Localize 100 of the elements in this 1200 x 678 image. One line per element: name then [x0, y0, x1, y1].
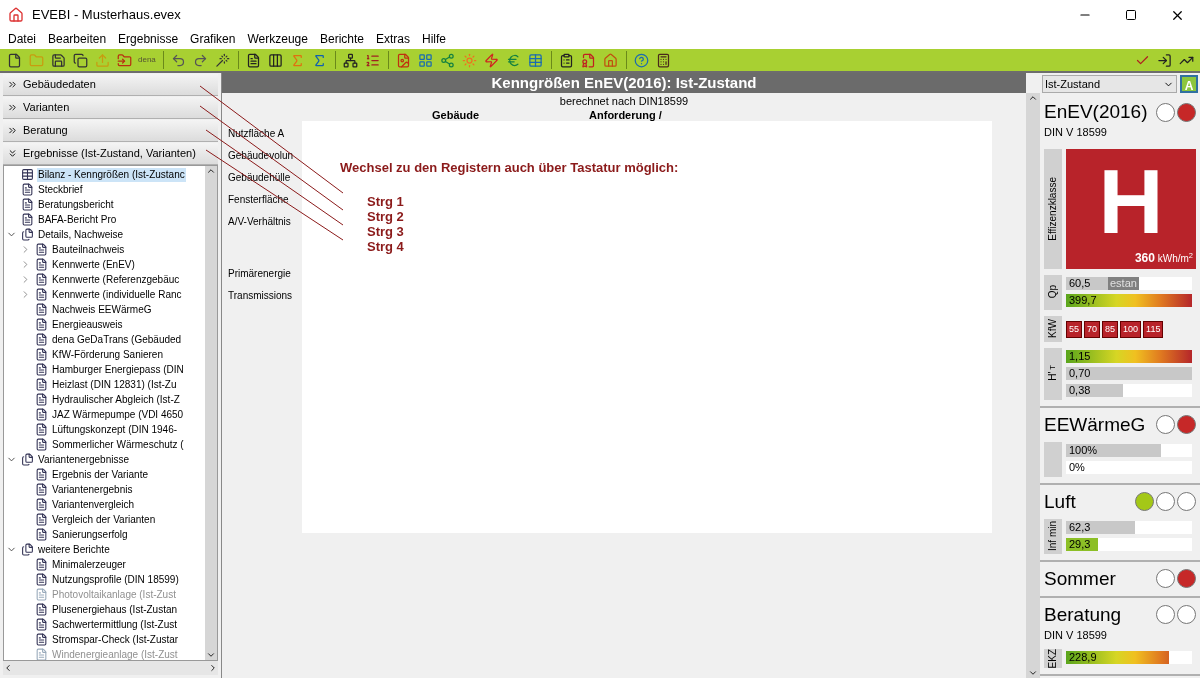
section-title: EnEV(2016): [1044, 101, 1148, 123]
column-header: Gebäude: [432, 109, 480, 122]
state-dropdown[interactable]: Ist-Zustand: [1042, 75, 1177, 93]
double-chevron-icon: [7, 148, 18, 159]
tree-item[interactable]: Energieausweis: [51, 317, 124, 332]
menu-item[interactable]: Grafiken: [184, 30, 242, 48]
scroll-down-icon[interactable]: [1028, 668, 1038, 678]
vertical-label: Inf min: [1046, 521, 1059, 551]
scroll-left-icon[interactable]: [3, 663, 13, 673]
tree-item[interactable]: JAZ Wärmepumpe (VDI 4650: [51, 407, 185, 422]
tree-item[interactable]: Heizlast (DIN 12831) (Ist-Zu: [51, 377, 178, 392]
tree-item[interactable]: Hydraulischer Abgleich (Ist-Z: [51, 392, 181, 407]
scroll-up-icon[interactable]: [206, 166, 216, 176]
accordion-header[interactable]: Varianten: [3, 97, 218, 119]
hint-text: Wechsel zu den Registern auch über Tastatur möglich:: [340, 159, 680, 177]
subtitle-text: berechnet nach DIN18599: [558, 94, 690, 109]
tree-item[interactable]: Vergleich der Varianten: [51, 512, 157, 527]
double-chevron-icon: [7, 79, 18, 90]
app-logo-icon: [8, 7, 24, 23]
menu-item[interactable]: Bearbeiten: [42, 30, 113, 48]
tree-item[interactable]: Stromspar-Check (Ist-Zustar: [51, 632, 180, 647]
tree-item[interactable]: dena GeDaTrans (Gebäuded: [51, 332, 183, 347]
kfw-level-box: 100: [1120, 320, 1142, 338]
section-subtitle: DIN V 18599: [1044, 627, 1108, 643]
window-title: EVEBI - Musterhaus.evex: [32, 6, 181, 25]
tree-item[interactable]: Ergebnis der Variante: [51, 467, 149, 482]
menu-item[interactable]: Datei: [2, 30, 42, 48]
tree-item[interactable]: Plusenergiehaus (Ist-Zustan: [51, 602, 179, 617]
section-title: Beratung: [1044, 603, 1122, 626]
tree-item[interactable]: Beratungsbericht: [37, 197, 115, 212]
tree-item[interactable]: Steckbrief: [37, 182, 84, 197]
accordion-header[interactable]: Ergebnisse (Ist-Zustand, Varianten): [3, 143, 218, 165]
value-text: 228,9: [1069, 651, 1097, 664]
kfw-level-box: 115: [1143, 320, 1164, 338]
value-text: 60,5: [1069, 276, 1091, 290]
vertical-label: KfW: [1046, 319, 1059, 338]
dena-button[interactable]: dena: [135, 50, 159, 70]
menu-item[interactable]: Extras: [370, 30, 416, 48]
shortcut-text: Strg 4: [367, 238, 404, 254]
shortcut-text: Strg 1: [367, 193, 404, 209]
section-title: Luft: [1044, 490, 1076, 513]
value-text: 62,3: [1069, 520, 1091, 534]
tree-item[interactable]: Minimalerzeuger: [51, 557, 127, 572]
value-text: 100%: [1069, 443, 1098, 457]
tree-item[interactable]: Hamburger Energiepass (DIN: [51, 362, 185, 377]
section-title: Sommer: [1044, 567, 1116, 590]
row-label: A/V-Verhältnis: [228, 214, 291, 229]
accordion-header[interactable]: Gebäudedaten: [3, 74, 218, 96]
kfw-level-box: 55: [1066, 320, 1082, 338]
vertical-label: Effizenzklasse: [1046, 176, 1059, 241]
kfw-level-box: 70: [1084, 320, 1101, 338]
vertical-label: Qp: [1046, 285, 1059, 299]
title-bar: Kenngrößen EnEV(2016): Ist-Zustand: [222, 73, 1026, 93]
tree-item[interactable]: Nutzungsprofile (DIN 18599): [51, 572, 180, 587]
tree-item[interactable]: BAFA-Bericht Pro: [37, 212, 118, 227]
section-title: EEWärmeG: [1044, 413, 1146, 436]
row-label: Primärenergie: [228, 266, 291, 281]
energy-value: 360 kWh/m$^{2}$: [1134, 249, 1193, 267]
tree-item[interactable]: Bauteilnachweis: [51, 242, 126, 257]
scroll-up-icon[interactable]: [1028, 93, 1038, 103]
tree-item[interactable]: weitere Berichte: [37, 542, 111, 557]
menu-item[interactable]: Hilfe: [416, 30, 452, 48]
tree-item[interactable]: Details, Nachweise: [37, 227, 125, 242]
accordion-header[interactable]: Beratung: [3, 120, 218, 142]
scroll-down-icon[interactable]: [206, 650, 216, 660]
maximize-icon: [1125, 9, 1137, 21]
tree-item[interactable]: Kennwerte (EnEV): [51, 257, 136, 272]
scrollbar[interactable]: [205, 166, 217, 660]
menu-item[interactable]: Werkzeuge: [241, 30, 314, 48]
value-text: 1,15: [1069, 349, 1091, 363]
column-header: Anforderung /: [589, 109, 662, 122]
shortcut-text: Strg 2: [367, 208, 404, 224]
horizontal-scrollbar[interactable]: [3, 661, 218, 675]
tree-item[interactable]: KfW-Förderung Sanieren: [51, 347, 164, 362]
section-subtitle: DIN V 18599: [1044, 125, 1108, 140]
tree-item[interactable]: Variantenergebnisse: [37, 452, 130, 467]
scrollbar[interactable]: [1026, 93, 1040, 678]
tree-item[interactable]: Bilanz - Kenngrößen (Ist-Zustanc: [37, 167, 186, 182]
tree-item[interactable]: Variantenergebnis: [51, 482, 134, 497]
tree-item[interactable]: Kennwerte (Referenzgebäuc: [51, 272, 181, 287]
tree-item[interactable]: Variantenvergleich: [51, 497, 136, 512]
tree-item[interactable]: Sommerlicher Wärmeschutz (: [51, 437, 185, 452]
menu-item[interactable]: Berichte: [313, 30, 370, 48]
value-text: 0,70: [1069, 366, 1091, 380]
tree-item[interactable]: Sachwertermittlung (Ist-Zust: [51, 617, 179, 632]
shortcut-text: Strg 3: [367, 223, 404, 239]
tree-item[interactable]: Nachweis EEWärmeG: [51, 302, 153, 317]
value-text: 399,7: [1069, 293, 1097, 307]
tree-item[interactable]: Lüftungskonzept (DIN 1946-: [51, 422, 179, 437]
kfw-level-box: 85: [1102, 320, 1119, 338]
value-text: 29,3: [1069, 537, 1091, 551]
value-text: 0,38: [1069, 383, 1091, 397]
tree-item[interactable]: Sanierungserfolg: [51, 527, 129, 542]
scroll-right-icon[interactable]: [208, 663, 218, 673]
tag-label: estan: [1108, 276, 1139, 290]
tree-item[interactable]: Kennwerte (individuelle Ranc: [51, 287, 183, 302]
row-label: Transmissions: [228, 288, 293, 303]
class-letter: H: [1098, 156, 1164, 247]
menu-item[interactable]: Ergebnisse: [112, 30, 185, 48]
double-chevron-icon: [7, 125, 18, 136]
